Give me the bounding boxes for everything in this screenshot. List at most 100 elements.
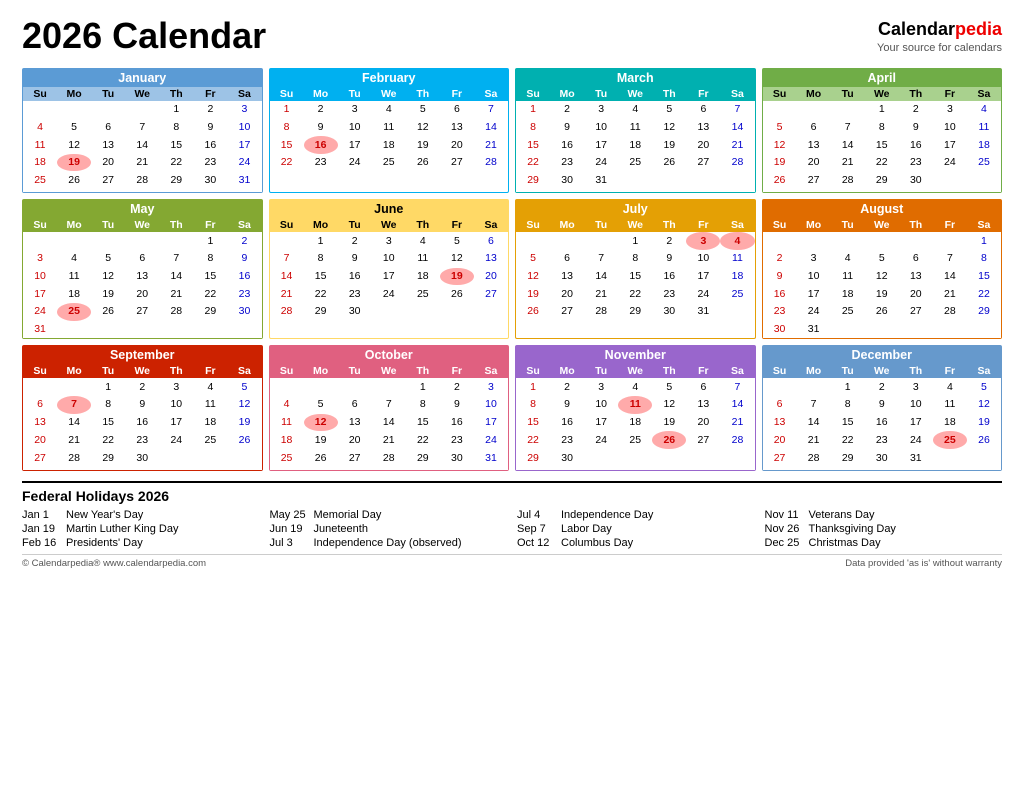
day-cell: 7 xyxy=(720,101,754,119)
day-cell: 31 xyxy=(23,321,57,339)
day-cell: 11 xyxy=(618,118,652,136)
day-cell: 24 xyxy=(23,303,57,321)
day-cell: 30 xyxy=(865,449,899,467)
day-cell: 12 xyxy=(406,118,440,136)
day-cell xyxy=(933,321,967,339)
day-cell: 19 xyxy=(967,414,1001,432)
day-cell: 26 xyxy=(440,285,474,303)
day-cell: 25 xyxy=(57,303,91,321)
day-cell: 25 xyxy=(967,154,1001,172)
day-cell: 8 xyxy=(270,118,304,136)
day-cell: 2 xyxy=(652,232,686,250)
day-cell: 19 xyxy=(763,154,797,172)
day-cell: 28 xyxy=(831,171,865,189)
page-footer: © Calendarpedia® www.calendarpedia.com D… xyxy=(22,554,1002,569)
day-cell: 22 xyxy=(193,285,227,303)
day-cell: 4 xyxy=(270,396,304,414)
month-body: 1234567891011121314151617181920212223242… xyxy=(516,378,755,469)
day-cell: 27 xyxy=(474,285,508,303)
day-cell xyxy=(516,232,550,250)
day-cell: 14 xyxy=(372,414,406,432)
day-cell: 16 xyxy=(550,414,584,432)
day-cell: 27 xyxy=(763,449,797,467)
day-cell: 10 xyxy=(899,396,933,414)
day-cell: 14 xyxy=(720,118,754,136)
day-cell: 9 xyxy=(440,396,474,414)
day-cell: 2 xyxy=(440,378,474,396)
day-cell: 3 xyxy=(797,250,831,268)
holiday-name: Memorial Day xyxy=(314,509,382,521)
day-cell: 25 xyxy=(933,431,967,449)
holiday-date: Oct 12 xyxy=(517,537,555,549)
day-cell: 15 xyxy=(91,414,125,432)
day-cell: 20 xyxy=(797,154,831,172)
day-cell: 23 xyxy=(763,303,797,321)
day-cell xyxy=(797,467,831,470)
day-cell: 3 xyxy=(584,378,618,396)
day-cell: 31 xyxy=(797,321,831,339)
month-body: 1234567891011121314151617181920212223242… xyxy=(516,232,755,323)
day-cell xyxy=(933,171,967,189)
day-cell: 28 xyxy=(584,303,618,321)
day-cell: 17 xyxy=(227,136,261,154)
day-cell: 8 xyxy=(831,396,865,414)
day-cell: 25 xyxy=(618,154,652,172)
day-cell: 11 xyxy=(618,396,652,414)
day-cell: 25 xyxy=(618,431,652,449)
holiday-name: Labor Day xyxy=(561,523,612,535)
day-cell: 24 xyxy=(227,154,261,172)
day-cell: 14 xyxy=(720,396,754,414)
day-cell: 2 xyxy=(338,232,372,250)
day-cell: 12 xyxy=(967,396,1001,414)
day-cell: 22 xyxy=(304,285,338,303)
day-cell: 5 xyxy=(763,118,797,136)
day-cell xyxy=(967,189,1001,192)
holiday-date: Feb 16 xyxy=(22,537,60,549)
day-cell xyxy=(159,232,193,250)
day-cell xyxy=(193,321,227,339)
day-cell: 23 xyxy=(440,431,474,449)
day-cell xyxy=(652,171,686,189)
holiday-column: Jan 1New Year's DayJan 19Martin Luther K… xyxy=(22,509,260,549)
day-cell: 14 xyxy=(474,118,508,136)
day-cell: 8 xyxy=(406,396,440,414)
day-cell: 15 xyxy=(304,268,338,286)
holiday-column: Jul 4Independence DaySep 7Labor DayOct 1… xyxy=(517,509,755,549)
day-cell: 7 xyxy=(797,396,831,414)
day-cell: 17 xyxy=(372,268,406,286)
day-cell: 5 xyxy=(967,378,1001,396)
day-cell: 9 xyxy=(338,250,372,268)
day-cell: 29 xyxy=(967,303,1001,321)
day-cell xyxy=(899,189,933,192)
brand-tagline: Your source for calendars xyxy=(877,41,1002,55)
day-cell: 5 xyxy=(304,396,338,414)
day-cell: 6 xyxy=(797,118,831,136)
day-cell xyxy=(304,467,338,470)
day-cell: 22 xyxy=(159,154,193,172)
day-cell xyxy=(474,321,508,324)
days-of-week-header: SuMoTuWeThFrSa xyxy=(516,87,755,101)
day-cell xyxy=(967,171,1001,189)
day-cell xyxy=(406,303,440,321)
day-cell xyxy=(125,467,159,470)
day-cell: 11 xyxy=(23,136,57,154)
day-cell: 19 xyxy=(227,414,261,432)
day-cell: 28 xyxy=(797,449,831,467)
month-header-august: August xyxy=(763,200,1002,218)
day-cell: 4 xyxy=(57,250,91,268)
day-cell: 2 xyxy=(193,101,227,119)
holiday-column: Nov 11Veterans DayNov 26Thanksgiving Day… xyxy=(765,509,1003,549)
day-cell xyxy=(797,378,831,396)
day-cell: 6 xyxy=(474,232,508,250)
day-cell: 31 xyxy=(227,171,261,189)
day-cell xyxy=(227,321,261,339)
day-cell: 23 xyxy=(652,285,686,303)
day-cell: 30 xyxy=(227,303,261,321)
day-cell: 21 xyxy=(584,285,618,303)
day-cell: 12 xyxy=(440,250,474,268)
day-cell: 15 xyxy=(516,136,550,154)
month-august: AugustSuMoTuWeThFrSa12345678910111213141… xyxy=(762,199,1003,339)
day-cell: 26 xyxy=(406,154,440,172)
day-cell: 1 xyxy=(193,232,227,250)
day-cell: 2 xyxy=(865,378,899,396)
